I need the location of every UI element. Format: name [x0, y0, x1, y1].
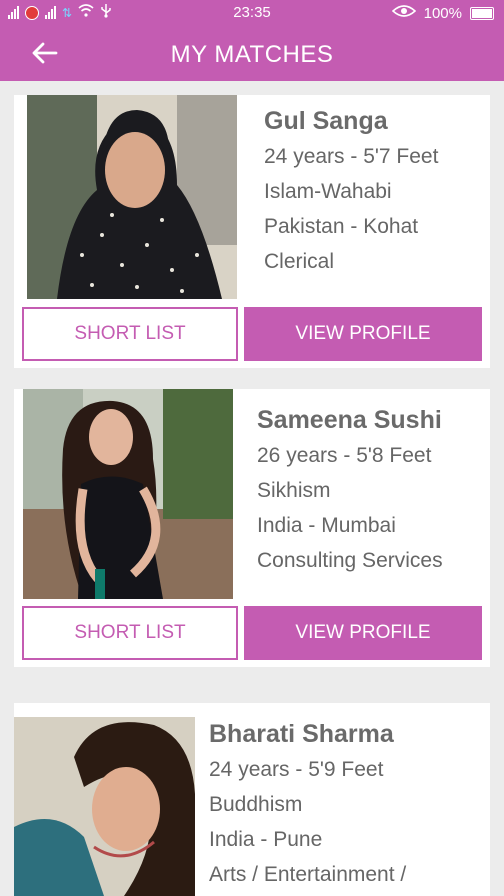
status-bar: ⇅ 23:35 100% [0, 0, 504, 25]
match-religion: Buddhism [209, 793, 303, 816]
eye-icon [391, 4, 416, 22]
app-bar: MY MATCHES [0, 25, 504, 81]
match-name: Bharati Sharma [209, 720, 394, 748]
match-age-height: 26 years - 5'8 Feet [257, 444, 432, 467]
profile-photo[interactable] [23, 389, 233, 599]
match-profession: Clerical [264, 250, 335, 273]
match-profession: Consulting Services [257, 549, 443, 572]
match-info: Bharati Sharma 24 years - 5'9 Feet Buddh… [209, 720, 406, 896]
match-name: Gul Sanga [264, 107, 388, 135]
view-profile-button[interactable]: VIEW PROFILE [244, 606, 482, 660]
view-profile-button[interactable]: VIEW PROFILE [244, 307, 482, 361]
match-location: Pakistan - Kohat [264, 215, 419, 238]
battery-percent: 100% [423, 4, 462, 22]
battery-icon [470, 6, 494, 20]
shortlist-button[interactable]: SHORT LIST [22, 307, 238, 361]
page-title: MY MATCHES [170, 41, 334, 68]
match-age-height: 24 years - 5'7 Feet [264, 145, 439, 168]
match-card: Gul Sanga 24 years - 5'7 Feet Islam-Waha… [14, 95, 490, 368]
match-religion: Islam-Wahabi [264, 180, 392, 203]
match-age-height: 24 years - 5'9 Feet [209, 758, 384, 781]
match-card: Bharati Sharma 24 years - 5'9 Feet Buddh… [14, 703, 490, 896]
status-icons-right: 100% [391, 4, 494, 22]
match-religion: Sikhism [257, 479, 331, 502]
match-profession: Arts / Entertainment / [209, 863, 407, 886]
match-info: Gul Sanga 24 years - 5'7 Feet Islam-Waha… [264, 107, 438, 285]
match-name: Sameena Sushi [257, 406, 442, 434]
match-location: India - Mumbai [257, 514, 396, 537]
profile-photo[interactable] [27, 95, 237, 299]
shortlist-button[interactable]: SHORT LIST [22, 606, 238, 660]
match-location: India - Pune [209, 828, 323, 851]
match-card: Sameena Sushi 26 years - 5'8 Feet Sikhis… [14, 389, 490, 667]
profile-photo[interactable] [14, 717, 195, 896]
match-info: Sameena Sushi 26 years - 5'8 Feet Sikhis… [257, 406, 443, 584]
